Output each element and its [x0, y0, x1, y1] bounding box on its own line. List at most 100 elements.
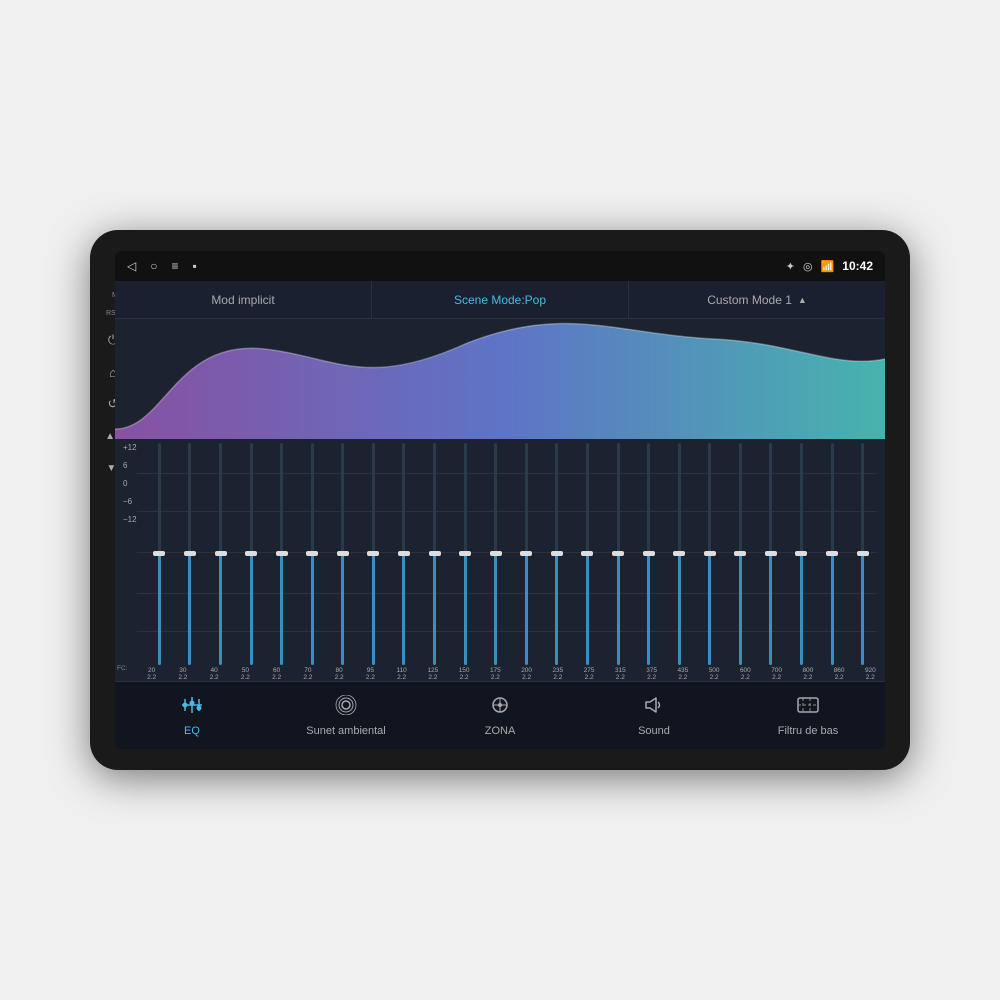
slider-thumb-80[interactable] — [337, 551, 349, 556]
q-value-500: 2.2 — [710, 674, 719, 681]
q-value-920: 2.2 — [866, 674, 875, 681]
fc-value-40: 40 — [211, 667, 218, 674]
slider-col-700 — [757, 443, 786, 665]
slider-track-150[interactable] — [464, 443, 467, 665]
slider-track-375[interactable] — [647, 443, 650, 665]
tab-ambient-label: Sunet ambiental — [306, 725, 386, 737]
freq-col-700: 7002.2 — [762, 667, 791, 681]
tab-zona-label: ZONA — [485, 725, 516, 737]
slider-track-600[interactable] — [739, 443, 742, 665]
tab-eq[interactable]: EQ — [115, 682, 269, 749]
mode-implicit[interactable]: Mod implicit — [115, 281, 372, 318]
q-value-30: 2.2 — [178, 674, 187, 681]
fc-value-125: 125 — [427, 667, 438, 674]
mode-scene[interactable]: Scene Mode:Pop — [372, 281, 629, 318]
slider-thumb-235[interactable] — [551, 551, 563, 556]
slider-col-375 — [634, 443, 663, 665]
q-value-20: 2.2 — [147, 674, 156, 681]
home-nav-icon[interactable]: ○ — [150, 259, 157, 273]
tab-ambient[interactable]: Sunet ambiental — [269, 682, 423, 749]
slider-track-860[interactable] — [831, 443, 834, 665]
slider-thumb-60[interactable] — [276, 551, 288, 556]
slider-track-70[interactable] — [311, 443, 314, 665]
slider-track-125[interactable] — [433, 443, 436, 665]
slider-thumb-275[interactable] — [581, 551, 593, 556]
slider-thumb-20[interactable] — [153, 551, 165, 556]
slider-track-60[interactable] — [280, 443, 283, 665]
slider-thumb-600[interactable] — [734, 551, 746, 556]
slider-thumb-200[interactable] — [520, 551, 532, 556]
slider-track-95[interactable] — [372, 443, 375, 665]
slider-thumb-920[interactable] — [857, 551, 869, 556]
back-nav-icon[interactable]: ◁ — [127, 259, 136, 273]
fc-prefix-label: FC: — [117, 665, 127, 672]
fc-value-95: 95 — [367, 667, 374, 674]
sound-tab-icon — [642, 695, 666, 721]
fc-value-800: 800 — [802, 667, 813, 674]
slider-thumb-50[interactable] — [245, 551, 257, 556]
tab-bass[interactable]: Filtru de bas — [731, 682, 885, 749]
fc-value-600: 600 — [740, 667, 751, 674]
slider-thumb-800[interactable] — [795, 551, 807, 556]
slider-thumb-500[interactable] — [704, 551, 716, 556]
slider-thumb-30[interactable] — [184, 551, 196, 556]
slider-col-175 — [481, 443, 510, 665]
slider-col-800 — [787, 443, 816, 665]
slider-col-20 — [145, 443, 174, 665]
slider-thumb-175[interactable] — [490, 551, 502, 556]
slider-thumb-125[interactable] — [429, 551, 441, 556]
slider-thumb-40[interactable] — [215, 551, 227, 556]
slider-thumb-375[interactable] — [643, 551, 655, 556]
db-label-m12: −12 — [123, 515, 137, 524]
slider-track-920[interactable] — [861, 443, 864, 665]
slider-thumb-70[interactable] — [306, 551, 318, 556]
slider-thumb-700[interactable] — [765, 551, 777, 556]
db-label-p12: +12 — [123, 443, 137, 452]
slider-thumb-315[interactable] — [612, 551, 624, 556]
slider-track-175[interactable] — [494, 443, 497, 665]
slider-thumb-150[interactable] — [459, 551, 471, 556]
mode-custom[interactable]: Custom Mode 1 ▲ — [629, 281, 885, 318]
q-value-50: 2.2 — [241, 674, 250, 681]
slider-track-435[interactable] — [678, 443, 681, 665]
device-shell: MIC RST ⏻ ⌂ ↺ ▲+ ▼- ◁ ○ ≡ ▪ ✦ ◎ 📶 10:42 — [90, 230, 910, 770]
slider-track-50[interactable] — [250, 443, 253, 665]
slider-thumb-110[interactable] — [398, 551, 410, 556]
slider-track-110[interactable] — [402, 443, 405, 665]
menu-nav-icon[interactable]: ≡ — [171, 259, 178, 273]
slider-track-800[interactable] — [800, 443, 803, 665]
slider-thumb-860[interactable] — [826, 551, 838, 556]
slider-col-920 — [848, 443, 877, 665]
slider-track-235[interactable] — [555, 443, 558, 665]
slider-track-40[interactable] — [219, 443, 222, 665]
mode-bar: Mod implicit Scene Mode:Pop Custom Mode … — [115, 281, 885, 319]
recent-nav-icon[interactable]: ▪ — [193, 259, 197, 273]
freq-col-860: 8602.2 — [825, 667, 854, 681]
slider-thumb-435[interactable] — [673, 551, 685, 556]
q-value-95: 2.2 — [366, 674, 375, 681]
sliders-container — [123, 439, 877, 665]
slider-track-500[interactable] — [708, 443, 711, 665]
slider-track-200[interactable] — [525, 443, 528, 665]
slider-track-30[interactable] — [188, 443, 191, 665]
q-value-800: 2.2 — [803, 674, 812, 681]
tab-bar: EQ Sunet ambiental — [115, 681, 885, 749]
slider-col-70 — [298, 443, 327, 665]
slider-track-20[interactable] — [158, 443, 161, 665]
wifi-icon: 📶 — [821, 260, 835, 273]
slider-track-315[interactable] — [617, 443, 620, 665]
freq-col-235: 2352.2 — [543, 667, 572, 681]
slider-track-80[interactable] — [341, 443, 344, 665]
freq-col-315: 3152.2 — [606, 667, 635, 681]
q-value-860: 2.2 — [835, 674, 844, 681]
tab-sound[interactable]: Sound — [577, 682, 731, 749]
slider-thumb-95[interactable] — [367, 551, 379, 556]
fc-value-920: 920 — [865, 667, 876, 674]
slider-track-700[interactable] — [769, 443, 772, 665]
nav-buttons: ◁ ○ ≡ ▪ — [127, 259, 197, 273]
status-bar: ◁ ○ ≡ ▪ ✦ ◎ 📶 10:42 — [115, 251, 885, 281]
slider-col-125 — [420, 443, 449, 665]
tab-zona[interactable]: ZONA — [423, 682, 577, 749]
fc-value-80: 80 — [336, 667, 343, 674]
slider-track-275[interactable] — [586, 443, 589, 665]
